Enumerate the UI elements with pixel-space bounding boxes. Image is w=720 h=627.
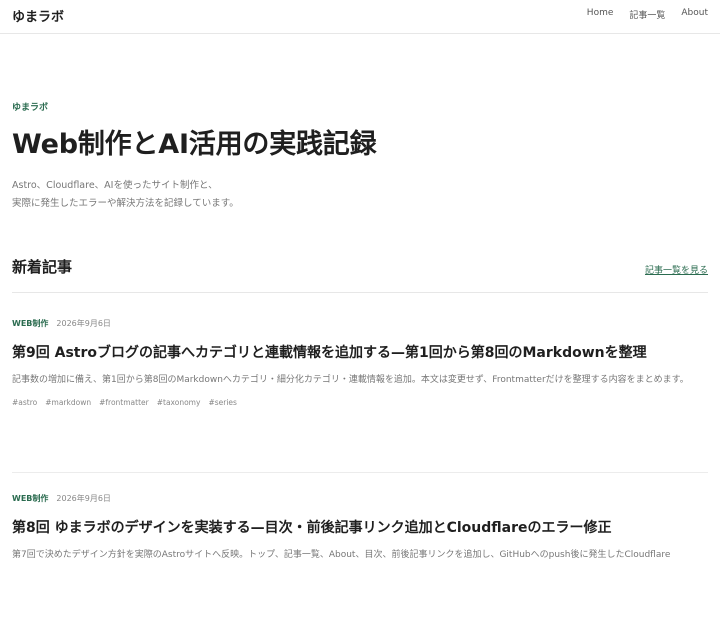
nav-articles[interactable]: 記事一覧 <box>629 8 665 21</box>
post-title[interactable]: 第9回 Astroブログの記事へカテゴリと連載情報を追加する—第1回から第8回の… <box>12 342 708 362</box>
latest-section-header: 新着記事 記事一覧を見る <box>12 256 708 293</box>
hero-eyebrow: ゆまラボ <box>12 103 49 113</box>
tag[interactable]: #taxonomy <box>157 398 201 407</box>
post-category[interactable]: WEB制作 <box>12 493 48 504</box>
hero-description: Astro、Cloudflare、AIを使ったサイト制作と、 実際に発生したエラ… <box>12 177 708 213</box>
all-articles-link[interactable]: 記事一覧を見る <box>645 263 708 276</box>
post-meta: WEB制作 2026年9月6日 <box>12 318 708 329</box>
hero-desc-line1: Astro、Cloudflare、AIを使ったサイト制作と、 <box>12 180 218 191</box>
post-date: 2026年9月6日 <box>56 319 111 328</box>
post-excerpt: 記事数の増加に備え、第1回から第8回のMarkdownへカテゴリ・細分化カテゴリ… <box>12 375 689 385</box>
nav-home[interactable]: Home <box>587 8 614 21</box>
post-list: WEB制作 2026年9月6日 第9回 Astroブログの記事へカテゴリと連載情… <box>12 318 708 627</box>
main-nav: Home 記事一覧 About <box>587 8 708 21</box>
post-category[interactable]: WEB制作 <box>12 318 48 329</box>
post-card: WEB制作 2026年9月6日 第9回 Astroブログの記事へカテゴリと連載情… <box>12 318 708 472</box>
post-card: WEB制作 2026年9月6日 第8回 ゆまラボのデザインを実装する—目次・前後… <box>12 472 708 627</box>
nav-about[interactable]: About <box>681 8 708 21</box>
latest-heading: 新着記事 <box>12 258 73 276</box>
tag[interactable]: #series <box>208 398 237 407</box>
tag[interactable]: #markdown <box>45 398 91 407</box>
post-meta: WEB制作 2026年9月6日 <box>12 493 708 504</box>
hero-title: Web制作とAI活用の実践記録 <box>12 129 377 160</box>
post-tags: #astro #markdown #frontmatter #taxonomy … <box>12 398 708 407</box>
tag[interactable]: #astro <box>12 398 37 407</box>
site-title[interactable]: ゆまラボ <box>12 6 64 25</box>
hero: ゆまラボ Web制作とAI活用の実践記録 Astro、Cloudflare、AI… <box>12 100 708 213</box>
hero-desc-line2: 実際に発生したエラーや解決方法を記録しています。 <box>12 198 239 209</box>
post-date: 2026年9月6日 <box>56 494 111 503</box>
tag[interactable]: #frontmatter <box>99 398 149 407</box>
post-excerpt: 第7回で決めたデザイン方針を実際のAstroサイトへ反映。トップ、記事一覧、Ab… <box>12 550 671 560</box>
post-title[interactable]: 第8回 ゆまラボのデザインを実装する—目次・前後記事リンク追加とCloudfla… <box>12 517 708 537</box>
site-header: ゆまラボ Home 記事一覧 About <box>0 0 720 34</box>
